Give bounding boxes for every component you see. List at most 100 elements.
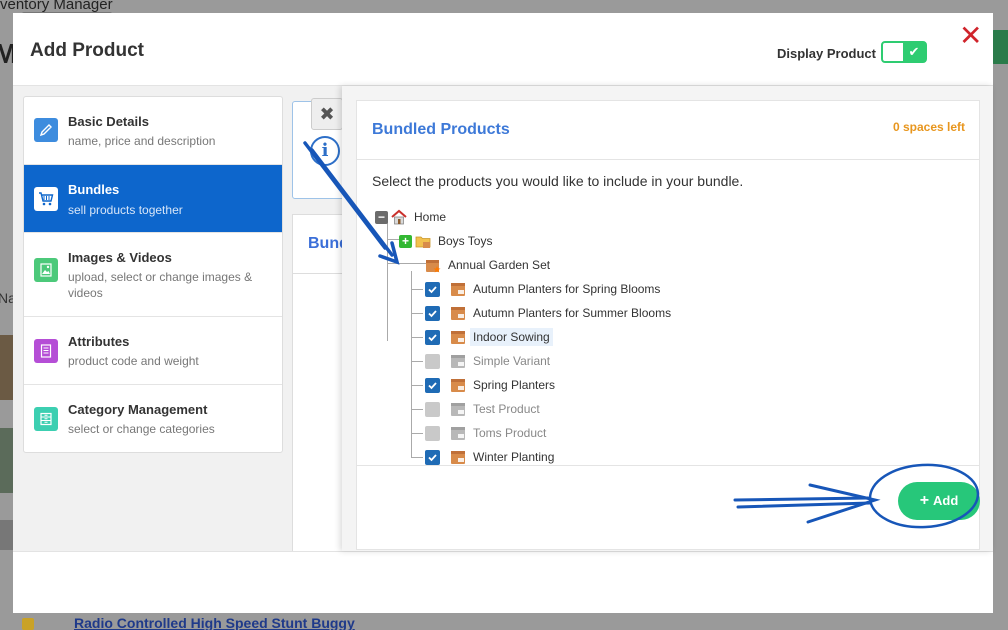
- bundle-instruction: Select the products you would like to in…: [372, 173, 744, 189]
- info-icon: i: [310, 136, 340, 166]
- product-box-icon: [451, 379, 465, 392]
- tree-node-label: Test Product: [473, 402, 540, 416]
- tree-connector: [411, 385, 423, 386]
- product-sections-nav: Basic Details name, price and descriptio…: [23, 96, 283, 453]
- product-checkbox[interactable]: [425, 281, 440, 297]
- bundled-products-panel: Bundled Products 0 spaces left Select th…: [342, 86, 993, 551]
- nav-item-desc: select or change categories: [68, 422, 215, 436]
- tree-node-label: Home: [414, 210, 447, 224]
- tree-product-row[interactable]: Autumn Planters for Summer Blooms: [425, 303, 674, 323]
- tree-connector: [411, 409, 423, 410]
- product-box-icon: [451, 355, 465, 368]
- tree-node-label: Autumn Planters for Summer Blooms: [473, 306, 672, 320]
- product-box-icon: [451, 427, 465, 440]
- display-product-toggle[interactable]: ✔: [881, 41, 927, 63]
- bundled-products-title: Bundled Products: [372, 121, 510, 138]
- middle-content-column: [292, 274, 342, 551]
- tree-node-home[interactable]: − Home: [375, 207, 449, 227]
- background-product-icon: [22, 618, 34, 630]
- tree-node-label: Boys Toys: [438, 234, 493, 248]
- product-box-icon: [451, 451, 465, 464]
- product-checkbox[interactable]: [425, 425, 440, 441]
- product-checkbox[interactable]: [425, 305, 440, 321]
- tree-product-row[interactable]: Test Product: [425, 399, 543, 419]
- nav-item-desc: name, price and description: [68, 134, 216, 148]
- nav-item-desc: upload, select or change images & videos: [68, 270, 253, 300]
- tree-product-row[interactable]: Autumn Planters for Spring Blooms: [425, 279, 663, 299]
- folder-icon: [415, 236, 431, 248]
- footer-divider: [357, 465, 979, 466]
- tree-connector: [411, 433, 423, 434]
- tree-node-label: Indoor Sowing: [470, 328, 553, 346]
- tree-node-label: Toms Product: [473, 426, 547, 440]
- tree-product-row[interactable]: Toms Product: [425, 423, 549, 443]
- product-box-icon: [451, 283, 465, 296]
- nav-item-bundles[interactable]: Bundles sell products together: [24, 165, 282, 233]
- nav-item-category-management[interactable]: Category Management select or change cat…: [24, 385, 282, 452]
- tree-connector: [411, 271, 412, 457]
- spaces-left-badge: 0 spaces left: [892, 120, 965, 134]
- bundled-products-card: Bundled Products 0 spaces left Select th…: [356, 100, 980, 550]
- tree-node-folder[interactable]: + Boys Toys: [399, 231, 495, 251]
- title-divider: [357, 159, 979, 160]
- tree-product-row[interactable]: Indoor Sowing: [425, 327, 553, 347]
- nav-item-title: Bundles: [68, 182, 120, 197]
- product-checkbox[interactable]: [425, 353, 440, 369]
- close-panel-icon[interactable]: ✖: [311, 98, 343, 130]
- background-thumbnail: [0, 428, 13, 493]
- expand-icon[interactable]: +: [399, 234, 412, 248]
- nav-item-attributes[interactable]: Attributes product code and weight: [24, 317, 282, 385]
- background-thumbnail: [0, 520, 13, 550]
- check-icon: ✔: [903, 43, 925, 61]
- modal-title: Add Product: [30, 40, 144, 61]
- tree-node-bundle-set[interactable]: Annual Garden Set: [425, 255, 553, 275]
- tree-connector: [387, 263, 427, 264]
- tree-node-label: Annual Garden Set: [448, 258, 551, 272]
- cabinet-icon: [34, 407, 58, 431]
- nav-item-title: Category Management: [68, 402, 208, 417]
- image-icon: [34, 258, 58, 282]
- tree-node-label: Simple Variant: [473, 354, 551, 368]
- product-box-icon: [451, 307, 465, 320]
- tree-connector: [411, 337, 423, 338]
- tree-node-label: Autumn Planters for Spring Blooms: [473, 282, 661, 296]
- nav-item-title: Attributes: [68, 334, 130, 349]
- collapse-icon[interactable]: −: [375, 210, 388, 224]
- document-icon: [34, 339, 58, 363]
- tree-connector: [387, 216, 388, 341]
- plus-icon: +: [919, 492, 930, 509]
- nav-item-desc: product code and weight: [68, 354, 199, 368]
- product-box-icon: [451, 331, 465, 344]
- add-button[interactable]: + Add: [898, 482, 980, 520]
- tree-product-row[interactable]: Spring Planters: [425, 375, 558, 395]
- tree-product-row[interactable]: Simple Variant: [425, 351, 553, 371]
- background-product-link: Radio Controlled High Speed Stunt Buggy: [74, 615, 355, 630]
- tree-product-row[interactable]: Winter Planting: [425, 447, 557, 467]
- background-thumbnail: [0, 335, 13, 400]
- tree-connector: [411, 289, 423, 290]
- tree-node-label: Winter Planting: [473, 450, 555, 464]
- product-checkbox[interactable]: [425, 401, 440, 417]
- nav-item-images-videos[interactable]: Images & Videos upload, select or change…: [24, 233, 282, 317]
- footer-divider: [13, 551, 993, 552]
- product-box-icon: [451, 403, 465, 416]
- house-icon: [391, 209, 407, 225]
- nav-item-title: Basic Details: [68, 114, 149, 129]
- tree-connector: [411, 361, 423, 362]
- cart-icon: [34, 187, 58, 211]
- add-button-label: Add: [933, 493, 959, 508]
- nav-item-title: Images & Videos: [68, 250, 172, 265]
- display-product-label: Display Product: [777, 46, 876, 61]
- product-checkbox[interactable]: [425, 329, 440, 345]
- add-product-modal: Add Product Display Product ✔ ✕ Basic De…: [13, 13, 993, 613]
- pencil-icon: [34, 118, 58, 142]
- product-box-icon: [426, 260, 441, 273]
- tree-connector: [411, 457, 423, 458]
- tree-node-label: Spring Planters: [473, 378, 556, 392]
- nav-item-desc: sell products together: [68, 203, 183, 217]
- close-modal-icon[interactable]: ✕: [959, 22, 982, 50]
- product-checkbox[interactable]: [425, 449, 440, 465]
- tree-connector: [411, 313, 423, 314]
- nav-item-basic-details[interactable]: Basic Details name, price and descriptio…: [24, 97, 282, 165]
- product-checkbox[interactable]: [425, 377, 440, 393]
